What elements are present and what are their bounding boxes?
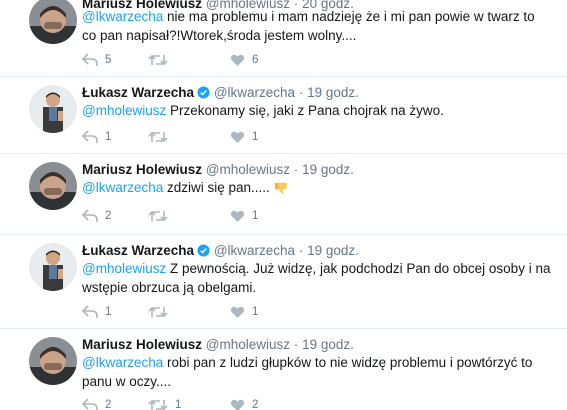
avatar-lukasz[interactable] — [29, 85, 77, 133]
tweet-time[interactable]: 19 godz. — [302, 162, 354, 177]
tweet-text: @lkwarzecha nie ma problemu i mam nadzie… — [82, 7, 552, 45]
tweet-header: Mariusz Holewiusz @mholewiusz · 19 godz. — [82, 337, 354, 352]
mention-link[interactable]: @lkwarzecha — [82, 355, 163, 370]
retweet-button[interactable] — [148, 128, 175, 146]
separator-dot: · — [293, 337, 299, 352]
reply-button[interactable]: 2 — [82, 207, 111, 225]
retweet-icon — [148, 399, 168, 410]
retweet-icon — [148, 131, 168, 143]
tweet[interactable]: Mariusz Holewiusz @mholewiusz · 20 godz.… — [0, 0, 567, 77]
heart-icon — [231, 54, 244, 66]
tweet[interactable]: Łukasz Warzecha @lkwarzecha · 19 godz. @… — [0, 235, 567, 329]
reply-button[interactable]: 1 — [82, 128, 111, 146]
author-handle[interactable]: @mholewiusz — [206, 337, 290, 352]
separator-dot: · — [293, 162, 299, 177]
reply-button[interactable]: 2 — [82, 396, 111, 410]
tweet-text-body: Przekonamy się, jaki z Pana chojrak na ż… — [166, 103, 444, 118]
tweet-time[interactable]: 19 godz. — [307, 243, 359, 258]
reply-icon — [82, 398, 98, 410]
retweet-icon — [148, 306, 168, 318]
tweet-text: @lkwarzecha robi pan z ludzi głupków to … — [82, 353, 552, 391]
tweet-text: @mholewiusz Przekonamy się, jaki z Pana … — [82, 101, 552, 120]
author-name[interactable]: Mariusz Holewiusz — [82, 337, 202, 352]
like-button[interactable]: 1 — [230, 207, 258, 225]
reply-button[interactable]: 5 — [82, 51, 111, 69]
avatar-mariusz[interactable] — [29, 337, 77, 385]
like-count: 1 — [252, 306, 259, 318]
author-name[interactable]: Mariusz Holewiusz — [82, 162, 202, 177]
like-button[interactable]: 1 — [230, 128, 258, 146]
verified-badge-icon — [197, 244, 210, 257]
tweet-text: @lkwarzecha zdziwi się pan..... — [82, 178, 552, 197]
retweet-button[interactable] — [148, 51, 175, 69]
reply-icon — [82, 53, 98, 66]
author-name[interactable]: Łukasz Warzecha — [82, 85, 194, 100]
like-button[interactable]: 6 — [230, 51, 258, 69]
tweet-header: Łukasz Warzecha @lkwarzecha · 19 godz. — [82, 85, 359, 100]
thumbs-down-emoji — [274, 182, 287, 194]
heart-icon — [231, 306, 244, 318]
heart-icon — [231, 399, 244, 410]
mention-link[interactable]: @lkwarzecha — [82, 180, 163, 195]
like-count: 1 — [252, 131, 259, 143]
tweet-time[interactable]: 19 godz. — [307, 85, 359, 100]
retweet-icon — [148, 210, 168, 222]
separator-dot: · — [298, 85, 304, 100]
tweet-time[interactable]: 19 godz. — [302, 337, 354, 352]
like-button[interactable]: 1 — [230, 303, 258, 321]
reply-count: 1 — [105, 131, 112, 143]
author-handle[interactable]: @mholewiusz — [206, 162, 290, 177]
verified-badge-icon — [197, 86, 210, 99]
reply-icon — [82, 305, 98, 318]
like-count: 2 — [252, 399, 259, 410]
mention-link[interactable]: @mholewiusz — [82, 103, 166, 118]
mention-link[interactable]: @lkwarzecha — [82, 9, 163, 24]
reply-icon — [82, 130, 98, 143]
tweet-text-body: zdziwi się pan..... — [163, 180, 270, 195]
reply-count: 5 — [105, 54, 112, 66]
tweet[interactable]: Mariusz Holewiusz @mholewiusz · 19 godz.… — [0, 154, 567, 235]
heart-icon — [231, 210, 244, 222]
author-name[interactable]: Łukasz Warzecha — [82, 243, 194, 258]
separator-dot: · — [298, 243, 304, 258]
tweet-text: @mholewiusz Z pewnością. Już widzę, jak … — [82, 259, 552, 297]
author-handle[interactable]: @lkwarzecha — [214, 85, 295, 100]
reply-icon — [82, 209, 98, 222]
reply-count: 2 — [105, 399, 112, 410]
like-count: 6 — [252, 54, 259, 66]
retweet-button[interactable] — [148, 207, 175, 225]
retweet-button[interactable]: 1 — [148, 396, 181, 410]
mention-link[interactable]: @mholewiusz — [82, 261, 166, 276]
retweet-button[interactable] — [148, 303, 175, 321]
like-button[interactable]: 2 — [230, 396, 258, 410]
tweet-header: Mariusz Holewiusz @mholewiusz · 19 godz. — [82, 162, 354, 177]
reply-count: 2 — [105, 210, 112, 222]
reply-count: 1 — [105, 306, 112, 318]
retweet-icon — [148, 54, 168, 66]
reply-button[interactable]: 1 — [82, 303, 111, 321]
avatar-mariusz[interactable] — [29, 162, 77, 210]
like-count: 1 — [252, 210, 259, 222]
tweet[interactable]: Mariusz Holewiusz @mholewiusz · 19 godz.… — [0, 329, 567, 410]
heart-icon — [231, 131, 244, 143]
tweet-header: Łukasz Warzecha @lkwarzecha · 19 godz. — [82, 243, 359, 258]
avatar-lukasz[interactable] — [29, 243, 77, 291]
retweet-count: 1 — [175, 399, 182, 410]
author-handle[interactable]: @lkwarzecha — [214, 243, 295, 258]
tweet[interactable]: Łukasz Warzecha @lkwarzecha · 19 godz. @… — [0, 77, 567, 154]
avatar-mariusz[interactable] — [29, 0, 77, 44]
conversation-timeline: Mariusz Holewiusz @mholewiusz · 20 godz.… — [0, 0, 567, 410]
